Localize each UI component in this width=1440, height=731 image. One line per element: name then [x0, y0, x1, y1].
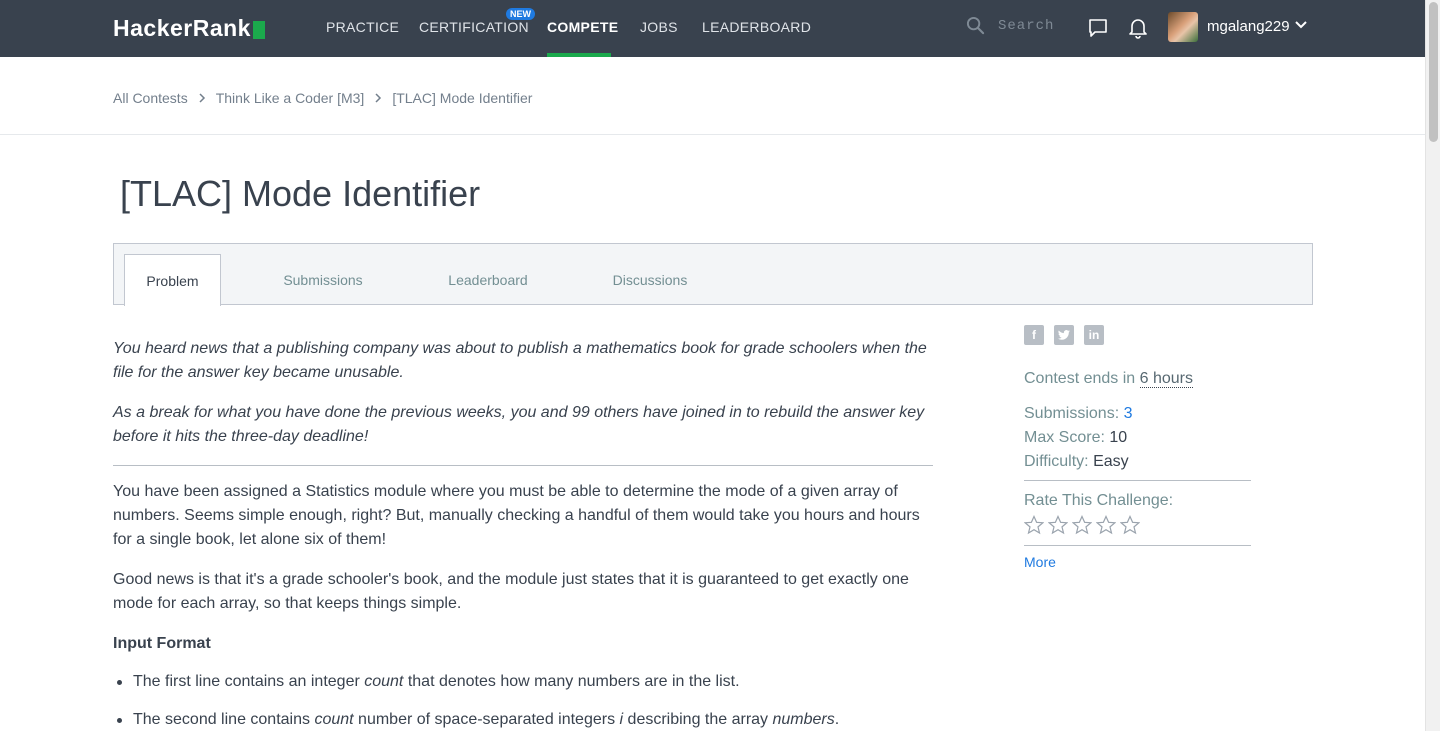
new-badge: NEW	[506, 8, 535, 20]
twitter-icon[interactable]	[1054, 325, 1074, 345]
star-icon[interactable]	[1096, 515, 1116, 535]
search-box	[966, 16, 1078, 35]
submissions-stat: Submissions: 3	[1024, 402, 1251, 426]
bullet-text: .	[834, 711, 840, 728]
user-menu-chevron[interactable]	[1294, 18, 1308, 37]
tab-problem[interactable]: Problem	[124, 254, 221, 306]
star-icon[interactable]	[1024, 515, 1044, 535]
difficulty-stat: Difficulty: Easy	[1024, 450, 1251, 474]
chevron-right-icon	[374, 92, 382, 104]
contest-ends-value[interactable]: 6 hours	[1139, 370, 1194, 388]
breadcrumb: All Contests Think Like a Coder [M3] [TL…	[113, 90, 532, 106]
chevron-down-icon	[1295, 21, 1307, 29]
sidebar-divider	[1024, 545, 1251, 546]
input-format-heading: Input Format	[113, 635, 211, 652]
intro-paragraph-1: You heard news that a publishing company…	[113, 340, 927, 381]
bullet-text: describing the array	[623, 711, 773, 728]
star-icon[interactable]	[1120, 515, 1140, 535]
notifications-button[interactable]	[1128, 17, 1150, 39]
scrollbar-thumb[interactable]	[1429, 2, 1438, 142]
avatar[interactable]	[1168, 12, 1198, 42]
body-paragraph-2: Good news is that it's a grade schooler'…	[113, 571, 909, 612]
bullet-text: The second line contains	[133, 711, 315, 728]
bullet-text: that denotes how many numbers are in the…	[403, 673, 740, 690]
list-item: The second line contains count number of…	[113, 708, 935, 731]
difficulty-value: Easy	[1093, 453, 1129, 470]
bullet-var: count	[314, 711, 354, 728]
max-score-stat: Max Score: 10	[1024, 426, 1251, 450]
challenge-tabs: Problem Submissions Leaderboard Discussi…	[113, 243, 1313, 306]
tab-discussions[interactable]: Discussions	[594, 254, 706, 305]
top-navbar: HackerRank PRACTICE CERTIFICATION NEW CO…	[0, 0, 1425, 57]
problem-statement: You heard news that a publishing company…	[113, 337, 935, 731]
intro-section: You heard news that a publishing company…	[113, 337, 935, 449]
breadcrumb-current[interactable]: [TLAC] Mode Identifier	[392, 90, 532, 106]
hackerrank-logo[interactable]: HackerRank	[113, 15, 265, 42]
body-paragraph-1: You have been assigned a Statistics modu…	[113, 483, 920, 548]
breadcrumb-bar: All Contests Think Like a Coder [M3] [TL…	[0, 57, 1425, 135]
nav-jobs[interactable]: JOBS	[640, 19, 678, 35]
list-item: The first line contains an integer count…	[113, 670, 935, 694]
submissions-count-link[interactable]: 3	[1124, 405, 1133, 422]
input-format-list: The first line contains an integer count…	[113, 670, 935, 731]
tab-submissions[interactable]: Submissions	[264, 254, 382, 305]
sidebar-divider	[1024, 480, 1251, 481]
intro-paragraph-2: As a break for what you have done the pr…	[113, 404, 925, 445]
page-title: [TLAC] Mode Identifier	[120, 173, 481, 214]
rate-label: Rate This Challenge:	[1024, 492, 1174, 509]
linkedin-icon[interactable]: in	[1084, 325, 1104, 345]
breadcrumb-all-contests[interactable]: All Contests	[113, 90, 188, 106]
submissions-label: Submissions:	[1024, 405, 1120, 422]
chevron-right-icon	[198, 92, 206, 104]
nav-practice[interactable]: PRACTICE	[326, 19, 399, 35]
nav-leaderboard[interactable]: LEADERBOARD	[702, 19, 811, 35]
star-icon[interactable]	[1048, 515, 1068, 535]
logo-mark	[252, 20, 265, 39]
bullet-text: The first line contains an integer	[133, 673, 365, 690]
nav-certification[interactable]: CERTIFICATION	[419, 19, 529, 35]
tab-leaderboard[interactable]: Leaderboard	[429, 254, 547, 305]
content-divider	[113, 465, 933, 466]
search-input[interactable]	[998, 17, 1078, 34]
star-icon[interactable]	[1072, 515, 1092, 535]
challenge-sidebar: f in Contest ends in 6 hours Submissions…	[1024, 325, 1251, 570]
bell-icon	[1129, 19, 1147, 39]
max-score-label: Max Score:	[1024, 429, 1105, 446]
username[interactable]: mgalang229	[1207, 18, 1290, 35]
max-score-value: 10	[1109, 429, 1128, 446]
page-scrollbar[interactable]	[1425, 0, 1440, 731]
difficulty-label: Difficulty:	[1024, 453, 1089, 470]
bullet-text: number of space-separated integers	[353, 711, 620, 728]
search-icon	[966, 16, 985, 35]
facebook-icon[interactable]: f	[1024, 325, 1044, 345]
logo-text: HackerRank	[113, 15, 251, 41]
chat-icon	[1089, 19, 1107, 37]
bullet-var: numbers	[772, 711, 835, 728]
share-buttons: f in	[1024, 325, 1251, 345]
breadcrumb-contest[interactable]: Think Like a Coder [M3]	[216, 90, 365, 106]
contest-ends: Contest ends in 6 hours	[1024, 370, 1251, 388]
messages-button[interactable]	[1087, 17, 1109, 39]
nav-compete[interactable]: COMPETE	[547, 19, 618, 35]
contest-ends-label: Contest ends in	[1024, 370, 1136, 387]
more-link[interactable]: More	[1024, 554, 1251, 570]
rating-stars	[1024, 515, 1251, 535]
bullet-var: count	[364, 673, 404, 690]
